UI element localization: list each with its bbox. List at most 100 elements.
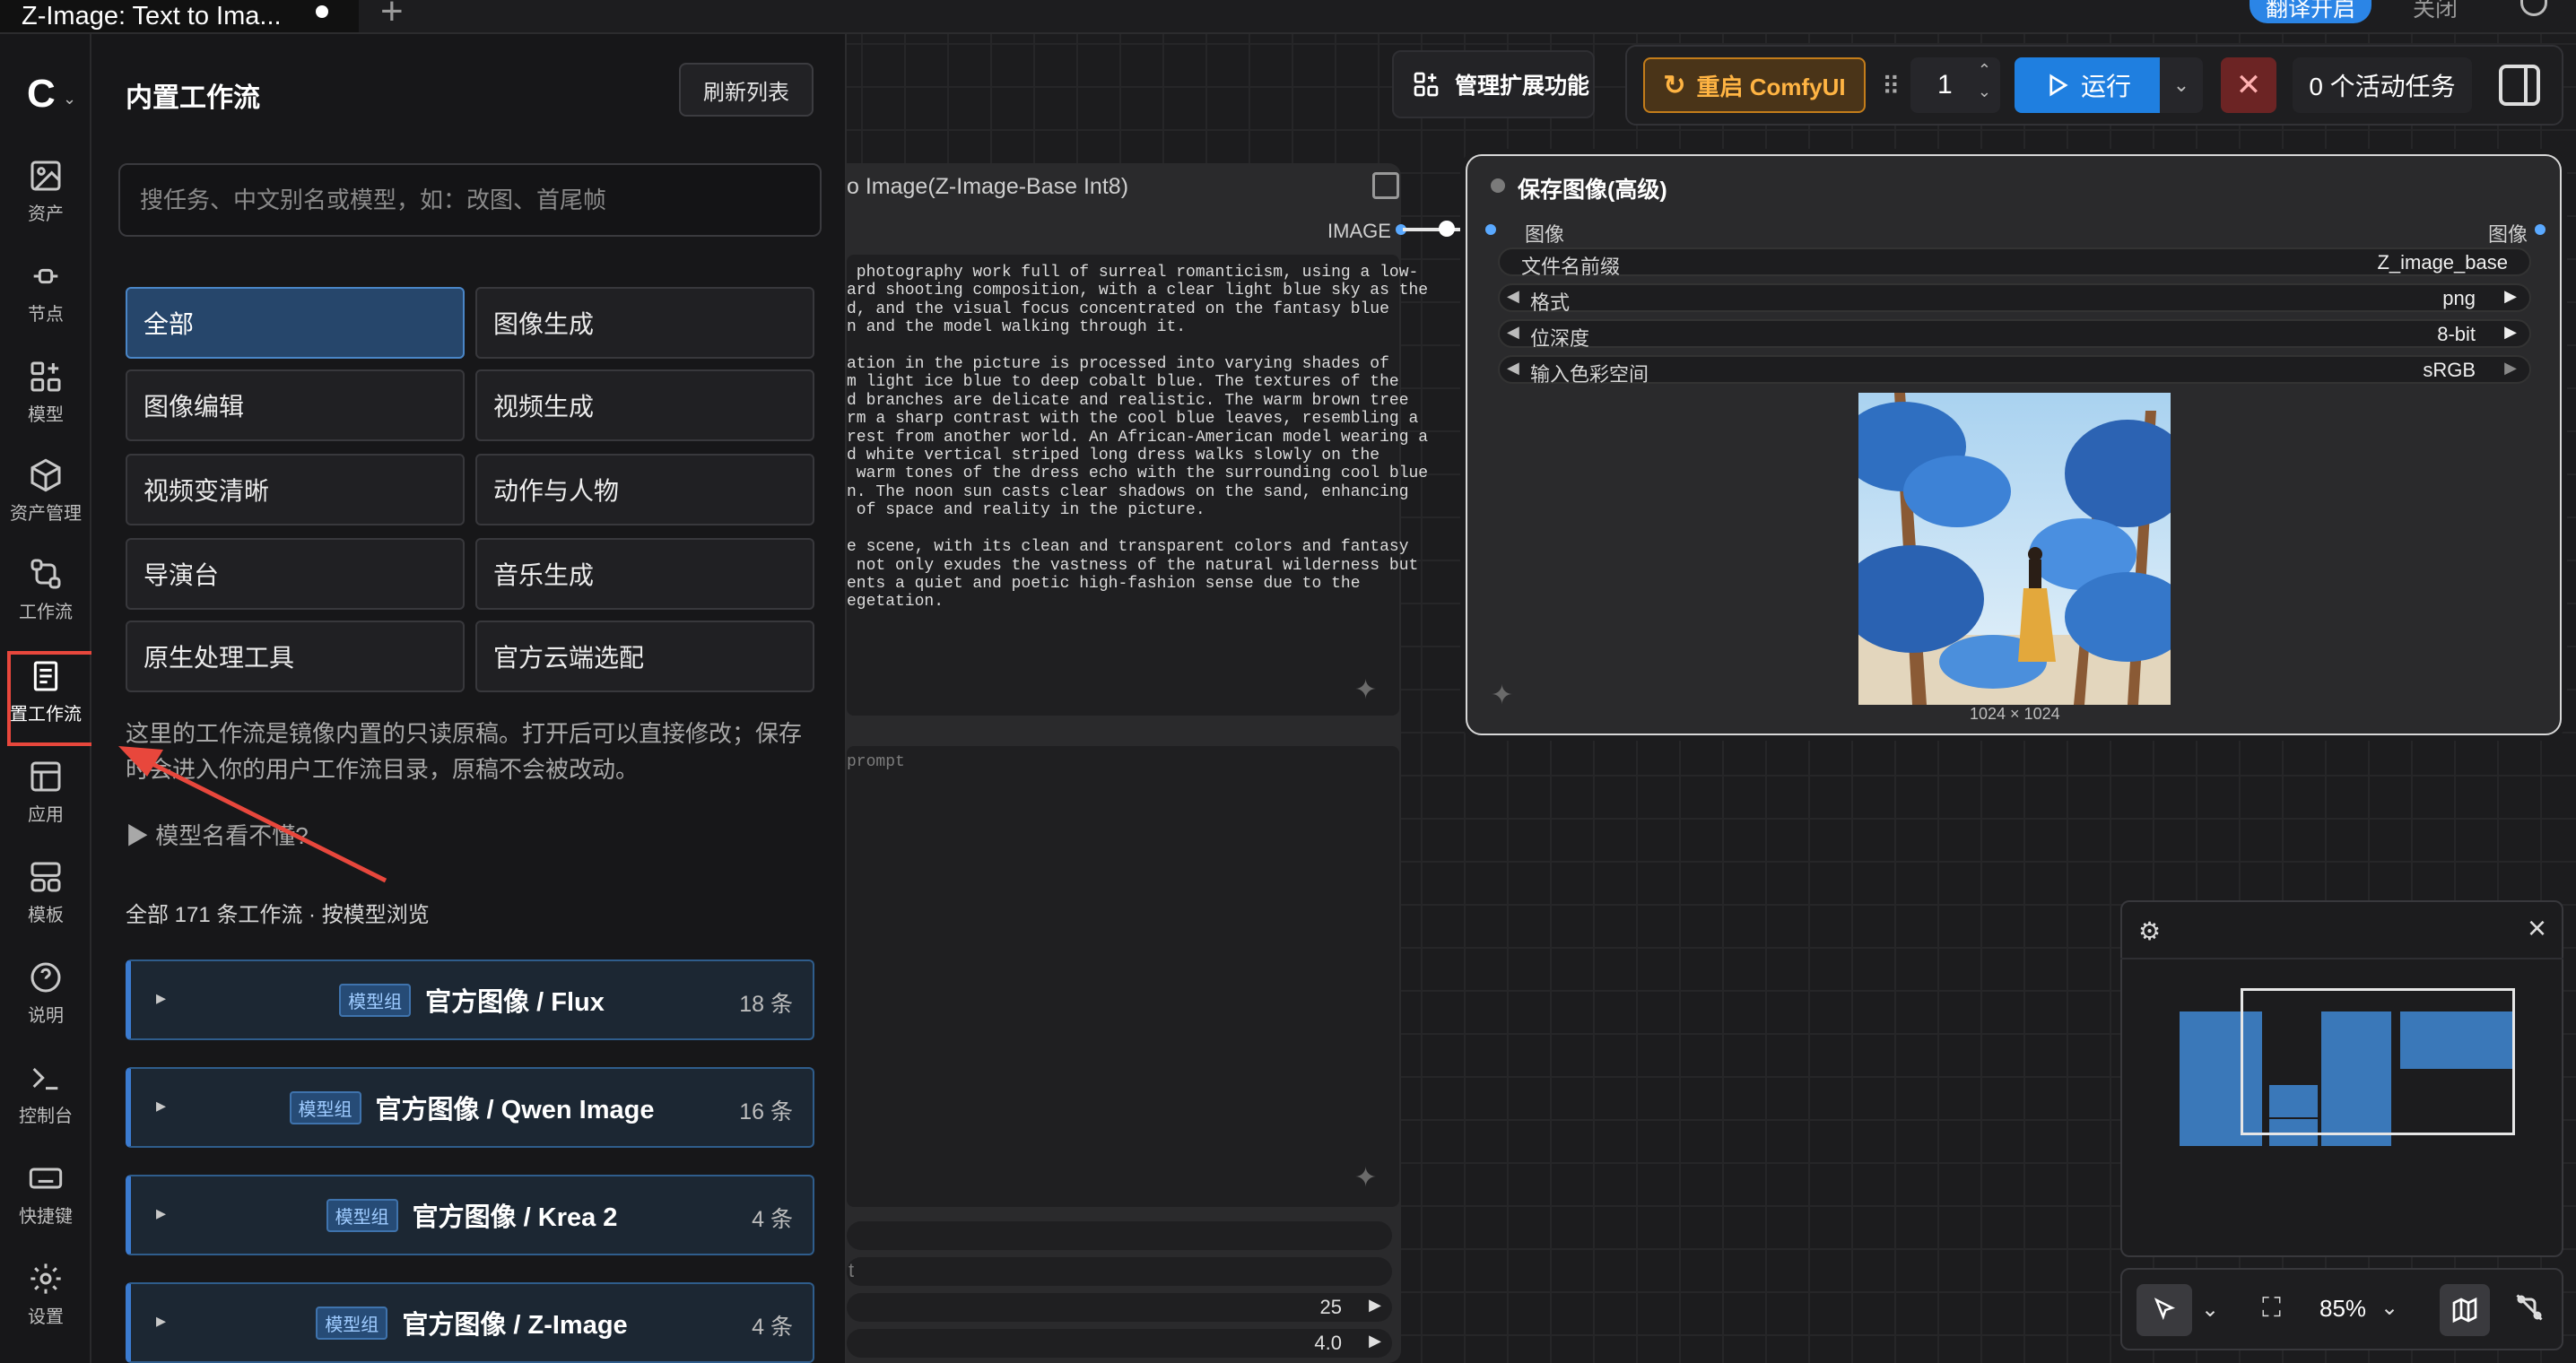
close-translate-button[interactable]: 关闭 bbox=[2413, 0, 2458, 23]
fit-view-icon[interactable]: ⛶ bbox=[2262, 1293, 2281, 1324]
category-director[interactable]: 导演台 bbox=[126, 538, 465, 610]
close-icon[interactable]: × bbox=[2528, 909, 2546, 947]
node-output-port[interactable] bbox=[2535, 224, 2546, 235]
increment-arrow-icon[interactable]: ▶ bbox=[2504, 287, 2517, 306]
decrement-arrow-icon[interactable]: ◀ bbox=[1507, 359, 1519, 378]
node-title: o Image(Z-Image-Base Int8) bbox=[847, 174, 1129, 199]
chevron-down-icon[interactable]: ⌄ bbox=[2380, 1295, 2398, 1321]
workflow-count: 全部 171 条工作流 · 按模型浏览 bbox=[126, 903, 430, 927]
widget-label: 格式 bbox=[1530, 291, 1571, 314]
decrement-arrow-icon[interactable]: ◀ bbox=[1507, 287, 1519, 306]
format-widget[interactable]: ◀ 格式 png ▶ bbox=[1498, 283, 2531, 314]
sidebar-item-settings[interactable]: 设置 bbox=[0, 1261, 91, 1328]
translate-toggle-button[interactable]: 翻译开启 bbox=[2250, 0, 2371, 23]
chevron-down-icon[interactable]: ⌄ bbox=[1978, 82, 1991, 101]
keyboard-icon bbox=[29, 1168, 63, 1189]
refresh-list-button[interactable]: 刷新列表 bbox=[679, 63, 814, 117]
image-dimensions: 1024 × 1024 bbox=[1970, 705, 2060, 723]
filename-prefix-widget[interactable]: 文件名前缀 Z_image_base bbox=[1498, 247, 2531, 278]
sidebar-item-nodes[interactable]: 节点 bbox=[0, 258, 91, 326]
node-input-port[interactable] bbox=[1485, 224, 1496, 235]
link-midpoint[interactable] bbox=[1439, 221, 1455, 237]
restart-comfyui-button[interactable]: ↻ 重启 ComfyUI bbox=[1643, 57, 1866, 113]
model-group-flux[interactable]: ▸ 模型组 官方图像 / Flux 18 条 bbox=[126, 959, 814, 1040]
category-image-editing[interactable]: 图像编辑 bbox=[126, 369, 465, 441]
increment-arrow-icon[interactable]: ▶ bbox=[1369, 1332, 1381, 1350]
chevron-down-icon[interactable]: ⌄ bbox=[63, 90, 76, 109]
group-count: 18 条 bbox=[739, 992, 793, 1017]
steps-widget[interactable]: 25 ▶ bbox=[847, 1293, 1392, 1322]
sidebar-item-models[interactable]: 模型 bbox=[0, 359, 91, 426]
hide-links-button[interactable] bbox=[2513, 1291, 2546, 1328]
group-header: 模型组 官方图像 / Krea 2 bbox=[131, 1176, 813, 1254]
sparkle-icon[interactable]: ✦ bbox=[1354, 1162, 1383, 1193]
workflow-search-input[interactable] bbox=[118, 163, 822, 237]
category-video-generation[interactable]: 视频生成 bbox=[475, 369, 814, 441]
model-group-badge: 模型组 bbox=[326, 1198, 398, 1232]
sparkle-icon[interactable]: ✦ bbox=[1491, 680, 1519, 710]
sparkle-icon[interactable]: ✦ bbox=[1354, 674, 1383, 705]
model-group-z-image[interactable]: ▸ 模型组 官方图像 / Z-Image 4 条 bbox=[126, 1282, 814, 1363]
box-icon bbox=[30, 458, 61, 492]
sidebar-item-workflows[interactable]: 工作流 bbox=[0, 556, 91, 623]
stop-button[interactable]: ✕ bbox=[2221, 57, 2276, 113]
category-all[interactable]: 全部 bbox=[126, 287, 465, 359]
category-music-generation[interactable]: 音乐生成 bbox=[475, 538, 814, 610]
model-icon bbox=[30, 361, 61, 392]
category-image-generation[interactable]: 图像生成 bbox=[475, 287, 814, 359]
sidebar-item-console[interactable]: 控制台 bbox=[0, 1060, 91, 1127]
map-icon bbox=[2452, 1297, 2477, 1324]
node-collapse-dot[interactable] bbox=[1491, 178, 1505, 193]
node-widget-row[interactable] bbox=[847, 1221, 1392, 1250]
image-preview[interactable] bbox=[1858, 393, 2171, 705]
expand-icon[interactable] bbox=[1372, 172, 1399, 199]
widget-value: sRGB bbox=[2423, 359, 2476, 381]
increment-arrow-icon[interactable]: ▶ bbox=[1369, 1296, 1381, 1315]
drag-handle-icon[interactable]: ⠿ bbox=[1882, 72, 1901, 101]
new-tab-plus-icon[interactable]: + bbox=[380, 0, 404, 34]
category-official-cloud[interactable]: 官方云端选配 bbox=[475, 621, 814, 692]
model-group-qwen-image[interactable]: ▸ 模型组 官方图像 / Qwen Image 16 条 bbox=[126, 1067, 814, 1148]
sidebar-item-templates[interactable]: 模板 bbox=[0, 859, 91, 926]
comfy-logo-icon[interactable]: C bbox=[27, 72, 56, 117]
sidebar-item-shortcuts[interactable]: 快捷键 bbox=[0, 1160, 91, 1228]
category-video-upscale[interactable]: 视频变清晰 bbox=[126, 454, 465, 525]
negative-prompt-textarea[interactable] bbox=[847, 746, 1399, 1207]
workflow-tab[interactable]: Z-Image: Text to Ima... bbox=[0, 0, 359, 32]
cfg-widget[interactable]: 4.0 ▶ bbox=[847, 1329, 1392, 1358]
model-group-krea-2[interactable]: ▸ 模型组 官方图像 / Krea 2 4 条 bbox=[126, 1175, 814, 1255]
toggle-panel-icon[interactable] bbox=[2499, 65, 2540, 106]
minimap-toggle-button[interactable] bbox=[2440, 1284, 2490, 1336]
sidebar-item-label: 模型 bbox=[28, 405, 64, 425]
batch-count-stepper[interactable]: 1 ⌃ ⌄ bbox=[1910, 57, 2000, 113]
manage-extensions-button[interactable]: 管理扩展功能 bbox=[1392, 50, 1595, 118]
run-button[interactable]: 运行 bbox=[2015, 57, 2160, 113]
widget-label: t bbox=[849, 1259, 855, 1281]
category-native-tools[interactable]: 原生处理工具 bbox=[126, 621, 465, 692]
minimap-viewport[interactable] bbox=[2241, 988, 2515, 1135]
sidebar-item-assets[interactable]: 资产 bbox=[0, 158, 91, 225]
node-widget-row[interactable]: t bbox=[847, 1257, 1392, 1286]
input-colorspace-widget[interactable]: ◀ 输入色彩空间 sRGB ▶ bbox=[1498, 355, 2531, 386]
sidebar-item-asset-management[interactable]: 资产管理 bbox=[0, 457, 91, 525]
app-icon bbox=[30, 761, 61, 792]
run-options-chevron-icon[interactable]: ⌄ bbox=[2160, 57, 2203, 113]
select-tool-button[interactable] bbox=[2137, 1284, 2192, 1336]
bit-depth-widget[interactable]: ◀ 位深度 8-bit ▶ bbox=[1498, 319, 2531, 350]
group-name: 官方图像 / Z-Image bbox=[402, 1311, 628, 1340]
group-count: 4 条 bbox=[752, 1207, 793, 1232]
chevron-up-icon[interactable]: ⌃ bbox=[1978, 61, 1991, 80]
chevron-down-icon[interactable]: ⌄ bbox=[2201, 1297, 2219, 1323]
active-tasks-button[interactable]: 0 个活动任务 bbox=[2293, 57, 2472, 113]
increment-arrow-icon[interactable]: ▶ bbox=[2504, 359, 2517, 378]
model-group-badge: 模型组 bbox=[339, 983, 412, 1017]
minimap-settings-icon[interactable]: ⚙ bbox=[2138, 916, 2161, 946]
cursor-icon bbox=[2154, 1298, 2176, 1321]
sidebar-item-apps[interactable]: 应用 bbox=[0, 759, 91, 826]
decrement-arrow-icon[interactable]: ◀ bbox=[1507, 323, 1519, 342]
zoom-level[interactable]: 85% bbox=[2319, 1295, 2366, 1323]
sidebar-item-label: 资产 bbox=[28, 204, 64, 224]
increment-arrow-icon[interactable]: ▶ bbox=[2504, 323, 2517, 342]
sidebar-item-help[interactable]: 说明 bbox=[0, 959, 91, 1027]
category-motion-character[interactable]: 动作与人物 bbox=[475, 454, 814, 525]
